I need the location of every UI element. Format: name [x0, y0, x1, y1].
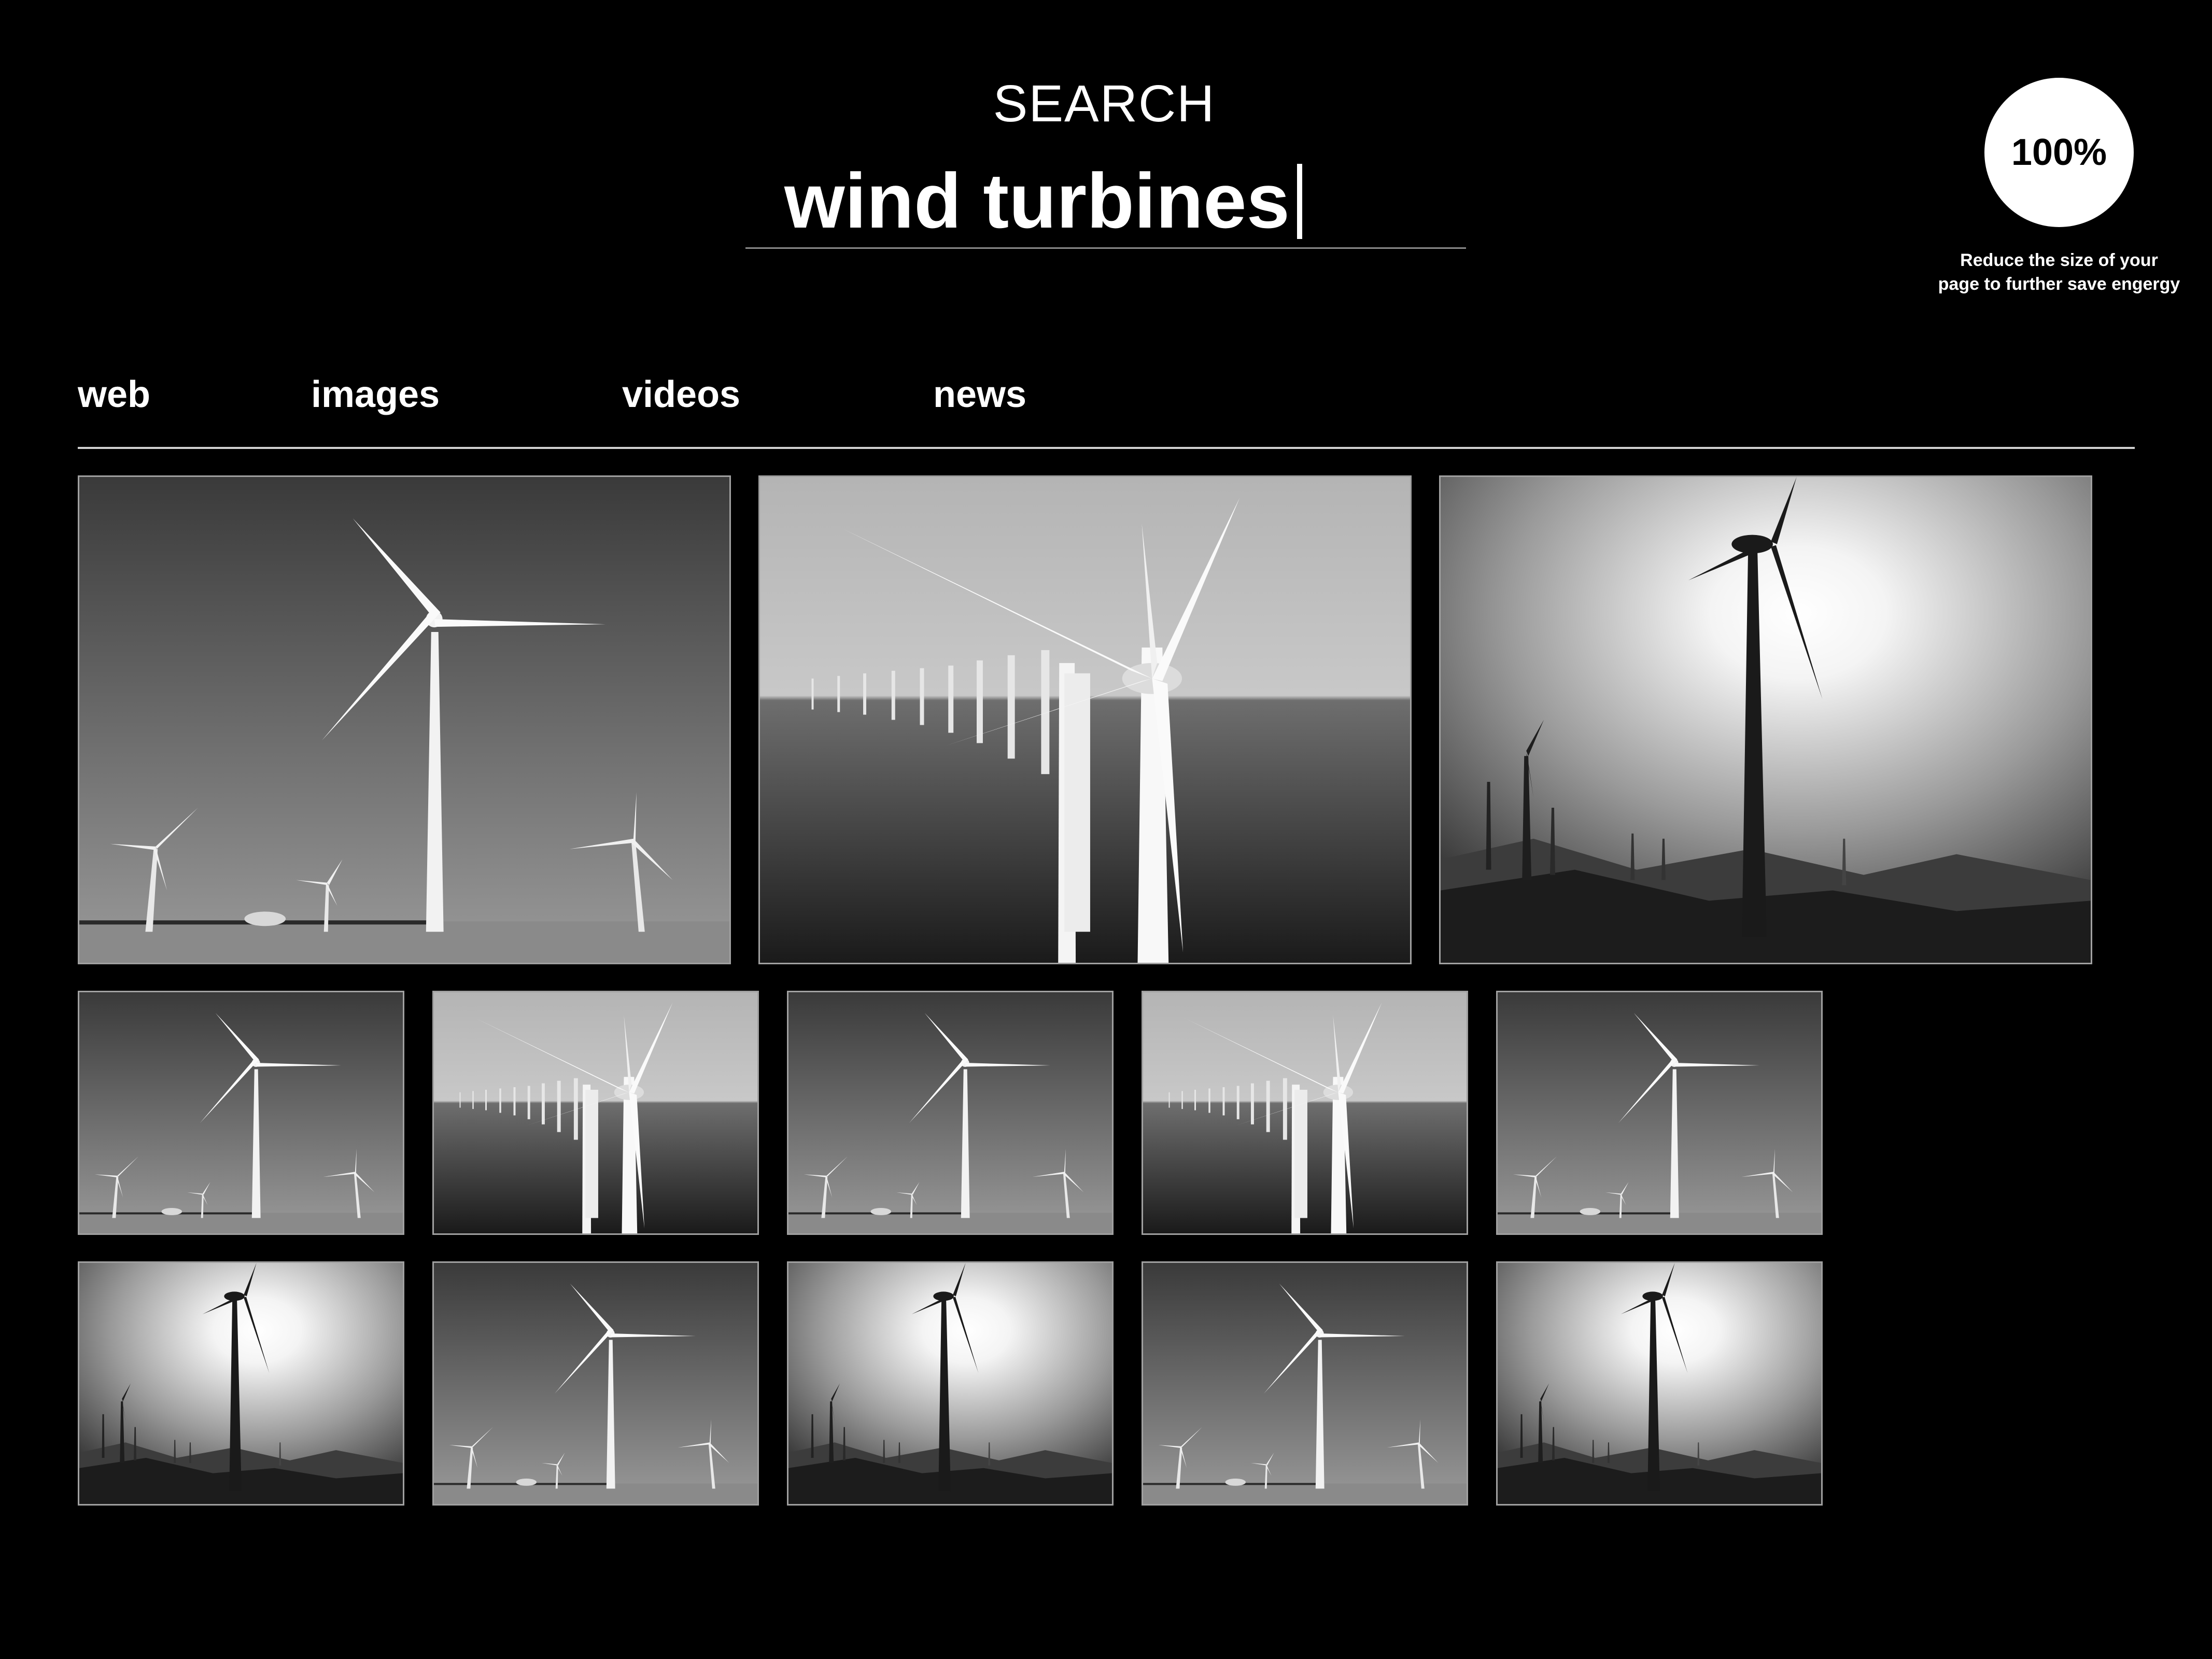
wind-turbine-image — [79, 992, 403, 1233]
image-result[interactable] — [78, 991, 404, 1235]
wind-turbine-image — [1441, 477, 2091, 963]
image-result[interactable] — [432, 1261, 759, 1506]
image-result[interactable] — [1439, 475, 2092, 964]
search-heading: SEARCH — [993, 75, 1216, 133]
image-result[interactable] — [1142, 991, 1468, 1235]
wind-turbine-image — [1143, 1263, 1467, 1504]
tab-web[interactable]: web — [78, 376, 150, 413]
image-result[interactable] — [1496, 991, 1823, 1235]
search-query[interactable]: wind turbines — [784, 158, 1302, 244]
image-result[interactable] — [758, 475, 1412, 964]
wind-turbine-image — [434, 1263, 757, 1504]
image-result[interactable] — [1142, 1261, 1468, 1506]
tab-news[interactable]: news — [933, 376, 1026, 413]
energy-meter: 100% — [1984, 78, 2134, 227]
tab-images[interactable]: images — [311, 376, 440, 413]
wind-turbine-image — [760, 477, 1410, 963]
wind-turbine-image — [1498, 992, 1821, 1233]
text-caret — [1297, 164, 1302, 239]
image-result[interactable] — [78, 475, 731, 964]
wind-turbine-image — [1143, 992, 1467, 1233]
wind-turbine-image — [1498, 1263, 1821, 1504]
wind-turbine-image — [79, 477, 729, 963]
image-result[interactable] — [432, 991, 759, 1235]
image-result[interactable] — [1496, 1261, 1823, 1506]
wind-turbine-image — [788, 1263, 1112, 1504]
energy-percent: 100% — [2011, 132, 2107, 173]
energy-note: Reduce the size of your page to further … — [1938, 250, 2180, 294]
tab-videos[interactable]: videos — [622, 376, 740, 413]
wind-turbine-image — [788, 992, 1112, 1233]
tabs-divider — [78, 447, 2135, 449]
image-result[interactable] — [787, 991, 1114, 1235]
wind-turbine-image — [434, 992, 757, 1233]
search-query-text: wind turbines — [784, 157, 1290, 244]
wind-turbine-image — [79, 1263, 403, 1504]
image-result[interactable] — [787, 1261, 1114, 1506]
image-result[interactable] — [78, 1261, 404, 1506]
search-input[interactable]: wind turbines — [745, 150, 1466, 249]
